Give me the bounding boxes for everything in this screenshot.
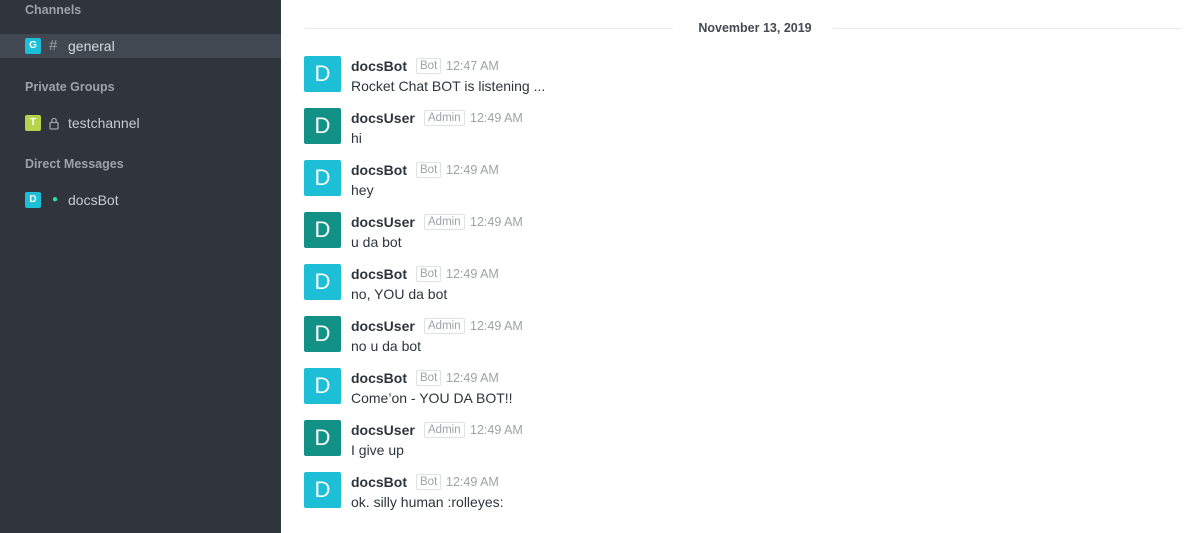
message-author[interactable]: docsBot	[351, 57, 407, 75]
message-text: no, YOU da bot	[351, 286, 448, 302]
sidebar-item-label: testchannel	[68, 115, 140, 131]
message: DdocsBot Bot 12:49 AM hey	[304, 160, 1164, 204]
message-avatar[interactable]: D	[304, 160, 341, 196]
message-time: 12:49 AM	[470, 423, 523, 437]
sidebar-item-docsbot[interactable]: D ● docsBot	[0, 188, 281, 212]
message: DdocsUser Admin 12:49 AM I give up	[304, 420, 1164, 464]
message-avatar[interactable]: D	[304, 472, 341, 508]
role-badge: Bot	[416, 162, 442, 178]
message-text: u da bot	[351, 234, 402, 250]
hash-icon: #	[49, 37, 58, 54]
message-author[interactable]: docsBot	[351, 473, 407, 491]
message-avatar[interactable]: D	[304, 264, 341, 300]
sidebar: Channels G # general Private Groups T te…	[0, 0, 281, 533]
separator-line	[833, 28, 1181, 29]
message-time: 12:49 AM	[446, 475, 499, 489]
role-badge: Bot	[416, 370, 442, 386]
message-text: Rocket Chat BOT is listening ...	[351, 78, 546, 94]
private-groups-section-title: Private Groups	[25, 80, 115, 94]
message: DdocsBot Bot 12:49 AM no, YOU da bot	[304, 264, 1164, 308]
message-text: no u da bot	[351, 338, 422, 354]
message-author[interactable]: docsBot	[351, 369, 407, 387]
message-text: hey	[351, 182, 374, 198]
role-badge: Admin	[424, 214, 465, 230]
message-avatar[interactable]: D	[304, 56, 341, 92]
message-time: 12:49 AM	[446, 267, 499, 281]
message-avatar[interactable]: D	[304, 368, 341, 404]
lock-icon	[49, 113, 59, 136]
message-author[interactable]: docsUser	[351, 421, 415, 439]
message-time: 12:49 AM	[446, 163, 499, 177]
message: DdocsUser Admin 12:49 AM hi	[304, 108, 1164, 152]
message-time: 12:49 AM	[470, 111, 523, 125]
role-badge: Bot	[416, 266, 442, 282]
sidebar-item-label: docsBot	[68, 192, 119, 208]
role-badge: Bot	[416, 58, 442, 74]
message-time: 12:49 AM	[446, 371, 499, 385]
direct-messages-section-title: Direct Messages	[25, 157, 124, 171]
message-text: Come’on - YOU DA BOT!!	[351, 390, 513, 406]
message: DdocsBot Bot 12:49 AM Come’on - YOU DA BOT!…	[304, 368, 1164, 412]
channels-section-title: Channels	[25, 3, 82, 17]
message-author[interactable]: docsUser	[351, 317, 415, 335]
chat-area: November 13, 2019 DdocsBot Bot 12:47 AM Roc…	[281, 0, 1192, 533]
message-avatar[interactable]: D	[304, 316, 341, 352]
message-time: 12:49 AM	[470, 215, 523, 229]
message-avatar[interactable]: D	[304, 108, 341, 144]
message-time: 12:49 AM	[470, 319, 523, 333]
role-badge: Admin	[424, 110, 465, 126]
role-badge: Bot	[416, 474, 442, 490]
message-text: hi	[351, 130, 362, 146]
message-avatar[interactable]: D	[304, 212, 341, 248]
sidebar-item-testchannel[interactable]: T testchannel	[0, 111, 281, 135]
message: DdocsBot Bot 12:47 AM Rocket Chat BOT is li…	[304, 56, 1164, 100]
user-avatar: D	[25, 192, 41, 208]
message-author[interactable]: docsUser	[351, 213, 415, 231]
sidebar-item-label: general	[68, 38, 115, 54]
sidebar-item-general[interactable]: G # general	[0, 34, 281, 58]
message-text: I give up	[351, 442, 404, 458]
separator-line	[305, 28, 673, 29]
message-time: 12:47 AM	[446, 59, 499, 73]
message-avatar[interactable]: D	[304, 420, 341, 456]
message: DdocsBot Bot 12:49 AM ok. silly human :roll…	[304, 472, 1164, 516]
role-badge: Admin	[424, 318, 465, 334]
message-author[interactable]: docsBot	[351, 265, 407, 283]
date-separator: November 13, 2019	[305, 20, 1181, 36]
message-text: ok. silly human :rolleyes:	[351, 494, 504, 510]
message: DdocsUser Admin 12:49 AM u da bot	[304, 212, 1164, 256]
message: DdocsUser Admin 12:49 AM no u da bot	[304, 316, 1164, 360]
role-badge: Admin	[424, 422, 465, 438]
group-avatar: T	[25, 115, 41, 131]
date-label: November 13, 2019	[698, 21, 812, 35]
message-author[interactable]: docsBot	[351, 161, 407, 179]
online-status-icon: ●	[52, 194, 59, 205]
channel-avatar: G	[25, 38, 41, 54]
message-author[interactable]: docsUser	[351, 109, 415, 127]
